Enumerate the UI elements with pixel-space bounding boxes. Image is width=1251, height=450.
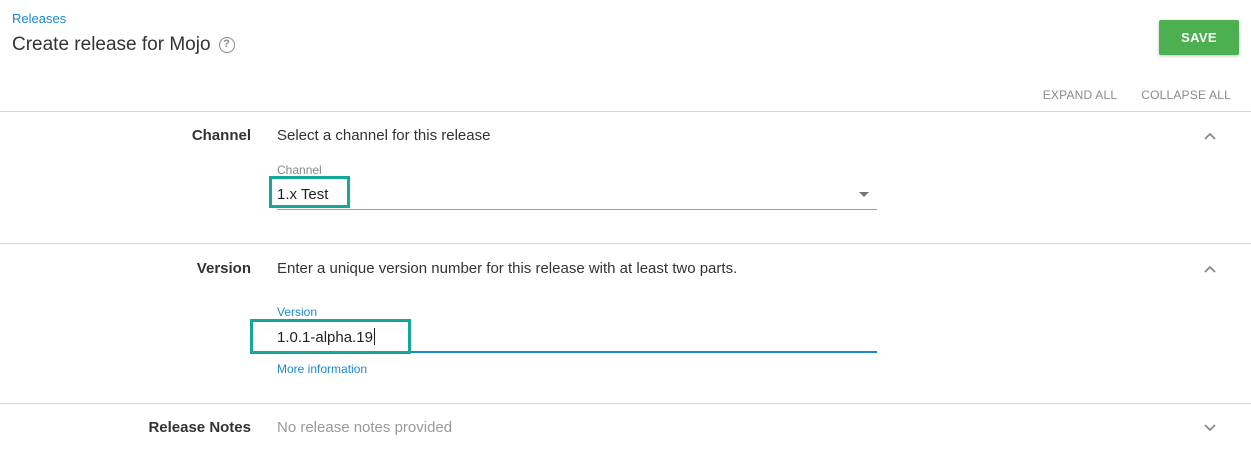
title-row: Create release for Mojo ? bbox=[12, 34, 235, 56]
version-section-label: Version bbox=[196, 260, 251, 277]
chevron-up-icon[interactable] bbox=[1201, 127, 1219, 145]
save-button[interactable]: SAVE bbox=[1159, 20, 1239, 55]
channel-select[interactable]: 1.x Test bbox=[277, 180, 877, 210]
expand-all-button[interactable]: EXPAND ALL bbox=[1043, 88, 1117, 102]
release-notes-section-label: Release Notes bbox=[148, 419, 251, 436]
question-circle-icon[interactable]: ? bbox=[218, 37, 235, 53]
channel-section-summary: Select a channel for this release bbox=[277, 127, 491, 144]
version-input[interactable]: 1.0.1-alpha.19 bbox=[277, 321, 877, 353]
divider bbox=[0, 403, 1251, 404]
chevron-up-icon[interactable] bbox=[1201, 260, 1219, 278]
collapse-all-button[interactable]: COLLAPSE ALL bbox=[1141, 88, 1231, 102]
breadcrumb-releases[interactable]: Releases bbox=[12, 11, 66, 26]
channel-section-label: Channel bbox=[191, 127, 251, 144]
version-section-summary: Enter a unique version number for this r… bbox=[277, 260, 738, 277]
version-input-value: 1.0.1-alpha.19 bbox=[277, 328, 375, 346]
page-title: Create release for Mojo bbox=[12, 34, 211, 55]
channel-field-label: Channel bbox=[277, 163, 322, 177]
channel-select-value: 1.x Test bbox=[277, 186, 329, 203]
chevron-down-icon[interactable] bbox=[1201, 419, 1219, 437]
release-notes-summary: No release notes provided bbox=[277, 419, 453, 436]
create-release-page: Releases Create release for Mojo ? SAVE … bbox=[0, 0, 1251, 450]
expand-collapse-toolbar: EXPAND ALL COLLAPSE ALL bbox=[1043, 88, 1231, 102]
text-caret bbox=[373, 328, 375, 345]
divider bbox=[0, 111, 1251, 112]
dropdown-arrow-icon bbox=[859, 192, 869, 197]
more-information-link[interactable]: More information bbox=[277, 362, 367, 376]
divider bbox=[0, 243, 1251, 244]
version-field-label: Version bbox=[277, 305, 318, 319]
